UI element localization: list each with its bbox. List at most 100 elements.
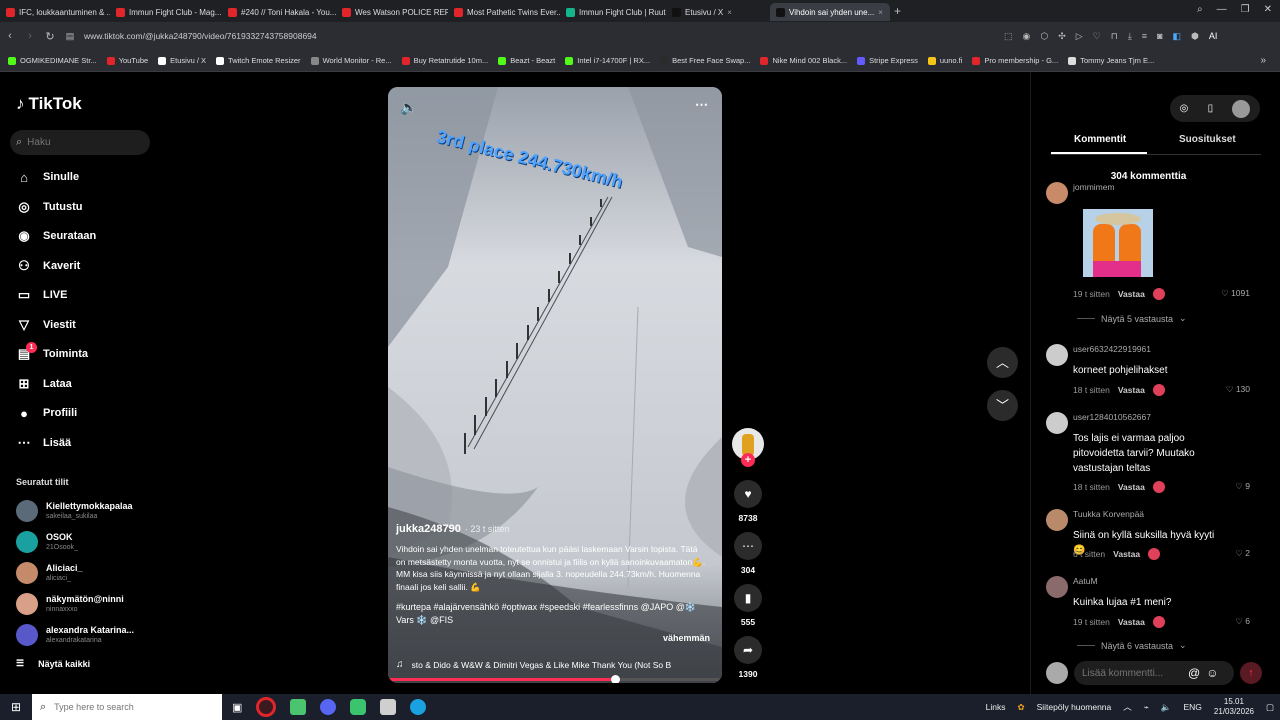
device-icon[interactable]: ▯	[1208, 103, 1214, 114]
bookmark-item[interactable]: Best Free Face Swap...	[660, 56, 750, 65]
comment-author[interactable]: AatuM	[1073, 576, 1098, 586]
bookmark-item[interactable]: Buy Retatrutide 10m...	[401, 56, 488, 65]
comment-avatar[interactable]	[1046, 412, 1068, 434]
author-name[interactable]: jukka248790	[396, 523, 461, 535]
bookmark-item[interactable]: World Monitor - Re...	[310, 56, 392, 65]
comment-like-button[interactable]: ♡ 9	[1235, 481, 1250, 492]
download-icon[interactable]: ⤓	[1128, 31, 1132, 42]
tab-close-icon[interactable]: ×	[878, 8, 883, 17]
video-player[interactable]: 3rd place 244.730km/h 🔈 ⋯ jukka248790 · …	[388, 87, 722, 683]
comment-author[interactable]: jommimem	[1073, 182, 1115, 192]
notifications-icon[interactable]: ▢	[1266, 702, 1274, 713]
reply-button[interactable]: Vastaa	[1118, 617, 1145, 627]
tab-comments[interactable]: Kommentit	[1074, 134, 1126, 145]
followed-account[interactable]: alexandra Katarina... alexandrakatarina	[16, 624, 134, 646]
browser-tab[interactable]: Vihdoin sai yhden une... ×	[770, 3, 890, 21]
clock[interactable]: 15.01 21/03/2026	[1214, 697, 1254, 717]
search-box[interactable]: ⌕	[10, 130, 150, 155]
comment-author[interactable]: Tuukka Korvenpää	[1073, 509, 1144, 519]
shield-icon[interactable]: ⬡	[1040, 31, 1048, 42]
weather-text[interactable]: Siitepöly huomenna	[1037, 702, 1112, 712]
progress-thumb[interactable]	[611, 675, 621, 683]
followed-account[interactable]: Kiellettymokkapalaa sakeilaa_sukilaa	[16, 500, 133, 522]
app-green-icon[interactable]	[290, 699, 307, 715]
reply-button[interactable]: Vastaa	[1118, 385, 1145, 395]
sidebar-item-toiminta[interactable]: ▤ 1 Toiminta	[16, 342, 88, 362]
back-icon[interactable]: ‹	[0, 30, 20, 42]
profile-icon[interactable]: ◙	[1157, 31, 1162, 42]
progress-track[interactable]	[388, 675, 722, 683]
minimize-icon[interactable]: —	[1217, 4, 1227, 15]
music-row[interactable]: ♫ sto & Dido & W&W & Dimitri Vegas & Lik…	[396, 659, 714, 670]
reload-icon[interactable]: ↻	[40, 30, 60, 43]
reply-button[interactable]: Vastaa	[1118, 482, 1145, 492]
bookmark-item[interactable]: YouTube	[106, 56, 148, 65]
tray-chevron-icon[interactable]: ︿	[1123, 701, 1132, 713]
show-replies-button[interactable]: Näytä 5 vastausta ⌄	[1077, 313, 1187, 324]
next-video-button[interactable]: ﹀	[987, 390, 1018, 421]
comment-avatar[interactable]	[1046, 509, 1068, 531]
previous-video-button[interactable]: ︿	[987, 347, 1018, 378]
sidebar-item-tutustu[interactable]: ◎ Tutustu	[16, 199, 82, 215]
browser-tab[interactable]: Wes Watson POLICE REPO...×	[336, 3, 448, 21]
comment-author[interactable]: user6632422919961	[1073, 344, 1151, 354]
user-avatar[interactable]	[1232, 99, 1251, 118]
sidebar-item-sinulle[interactable]: ⌂ Sinulle	[16, 169, 79, 185]
reply-button[interactable]: Vastaa	[1118, 289, 1145, 299]
bookmark-item[interactable]: Twitch Emote Resizer	[216, 56, 301, 65]
task-view-icon[interactable]: ▣	[232, 701, 242, 714]
coin-icon[interactable]: ◎	[1180, 103, 1189, 114]
followed-account[interactable]: Aliciaci_ aliciaci_	[16, 562, 83, 584]
bookmark-item[interactable]: Pro membership - G...	[972, 56, 1058, 65]
browser-tab[interactable]: IFC, loukkaantuminen & ...×	[0, 3, 110, 21]
url-field[interactable]: www.tiktok.com/@jukka248790/video/761933…	[84, 26, 994, 46]
sidebar-item-seurataan[interactable]: ◉ Seurataan	[16, 228, 96, 244]
comment-like-button[interactable]: ♡ 6	[1235, 616, 1250, 627]
sidebar-item-lis[interactable]: ⋯ Lisää	[16, 435, 72, 451]
browser-tab[interactable]: Immun Fight Club | Ruutu×	[560, 3, 666, 21]
bookmark-icon[interactable]: ⊓	[1111, 31, 1118, 42]
share-button[interactable]: ➦	[734, 636, 762, 664]
close-icon[interactable]: ✕	[1264, 4, 1272, 15]
show-all-button[interactable]: ☰ Näytä kaikki	[16, 658, 90, 669]
language-indicator[interactable]: ENG	[1184, 702, 1202, 712]
bookmark-item[interactable]: Intel i7-14700F | RX...	[565, 56, 650, 65]
network-icon[interactable]: ⌁	[1144, 702, 1149, 713]
sidebar-item-kaverit[interactable]: ⚇ Kaverit	[16, 258, 80, 274]
maximize-icon[interactable]: ❐	[1241, 4, 1250, 15]
comment-like-button[interactable]: ♡ 1091	[1221, 288, 1250, 299]
new-tab-icon[interactable]: +	[894, 4, 901, 18]
bookmark-item[interactable]: OGMIKEDIMANE Str...	[8, 56, 97, 65]
tab-close-icon[interactable]: ×	[727, 8, 732, 17]
bookmark-item[interactable]: Beazt - Beazt	[498, 56, 555, 65]
sidebar-icon[interactable]: ◧	[1173, 31, 1182, 42]
show-less-link[interactable]: vähemmän	[396, 633, 714, 643]
windows-start-icon[interactable]: ⊞	[0, 700, 32, 714]
show-replies-button[interactable]: Näytä 6 vastausta ⌄	[1077, 640, 1187, 651]
browser-tab[interactable]: Etusivu / X ×	[666, 3, 770, 21]
taskbar-search-input[interactable]	[54, 702, 205, 712]
followed-account[interactable]: OSOK 21Osook_	[16, 531, 78, 553]
bookmark-item[interactable]: uuno.fi	[927, 56, 962, 65]
bookmark-item[interactable]: Stripe Express	[857, 56, 918, 65]
comment-like-button[interactable]: ♡ 2	[1235, 548, 1250, 559]
puzzle-icon[interactable]: ✣	[1058, 31, 1066, 42]
search-input[interactable]	[27, 137, 138, 148]
reply-button[interactable]: Vastaa	[1113, 549, 1140, 559]
video-hashtags[interactable]: #kurtepa #alajärvensähkö #optiwax #speed…	[396, 601, 714, 627]
forward-icon[interactable]: ›	[20, 30, 40, 42]
followed-account[interactable]: näkymätön@ninni ninnaxxxo	[16, 593, 124, 615]
comment-author[interactable]: user1284010562667	[1073, 412, 1151, 422]
save-button[interactable]: ▮	[734, 584, 762, 612]
bookmarks-overflow-icon[interactable]: »	[1260, 55, 1266, 66]
comment-avatar[interactable]	[1046, 576, 1068, 598]
site-info-icon[interactable]: ▤	[60, 31, 80, 42]
play-icon[interactable]: ▷	[1076, 31, 1083, 42]
app-shield-icon[interactable]	[380, 699, 397, 715]
browser-tab[interactable]: Immun Fight Club - Mag...×	[110, 3, 222, 21]
comment-sticker-image[interactable]	[1083, 209, 1153, 277]
menu-icon[interactable]: ≡	[1142, 31, 1147, 42]
extension-icon[interactable]: ⬚	[1004, 31, 1013, 42]
sidebar-item-live[interactable]: ▭ LIVE	[16, 287, 68, 303]
comment-input[interactable]	[1082, 667, 1182, 679]
